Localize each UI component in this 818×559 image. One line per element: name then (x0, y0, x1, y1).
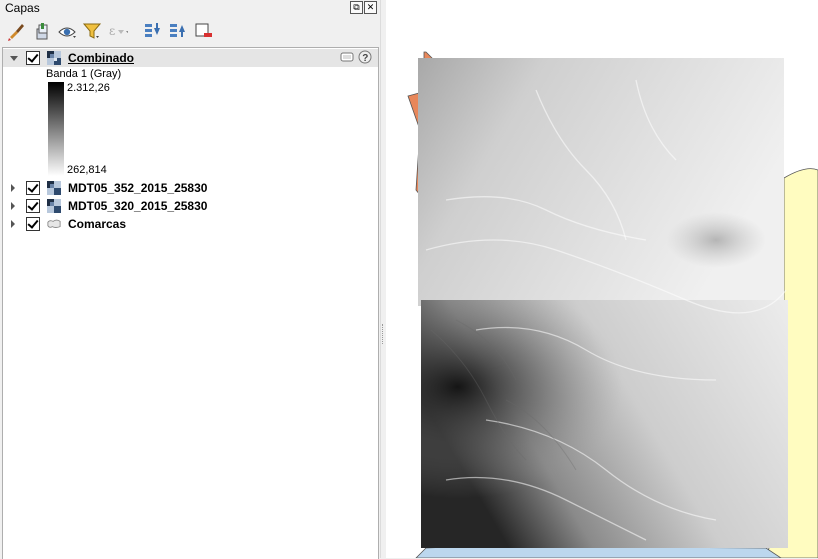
svg-text:ε: ε (109, 24, 115, 38)
expand-all-icon[interactable] (141, 20, 163, 42)
layers-panel: Capas ⧉ ✕ ε Combinado ? Banda 1 (Gray) 2… (0, 0, 380, 559)
expand-arrow-icon[interactable] (11, 202, 15, 210)
paint-brush-icon[interactable] (6, 20, 28, 42)
raster-layer-icon (47, 51, 61, 65)
layer-row-combinado[interactable]: Combinado ? (3, 49, 378, 67)
layer-visibility-checkbox[interactable] (26, 51, 40, 65)
legend-band-label: Banda 1 (Gray) (46, 68, 122, 80)
layer-visibility-checkbox[interactable] (26, 217, 40, 231)
raster-layer-icon (47, 181, 61, 195)
expand-arrow-icon[interactable] (11, 184, 15, 192)
panel-title-bar: Capas ⧉ ✕ (0, 0, 380, 16)
filter-expression-icon[interactable]: ε (106, 20, 128, 42)
float-panel-button[interactable]: ⧉ (350, 1, 363, 14)
legend-color-ramp (48, 82, 64, 176)
layer-name: Comarcas (68, 217, 127, 231)
layer-row-mdt05-352[interactable]: MDT05_352_2015_25830 (3, 179, 378, 197)
layers-toolbar: ε (0, 18, 380, 46)
filter-icon[interactable] (81, 20, 103, 42)
layer-visibility-checkbox[interactable] (26, 181, 40, 195)
polygon-layer-icon (47, 219, 61, 228)
collapse-arrow-icon[interactable] (10, 56, 18, 61)
panel-title: Capas (5, 1, 40, 15)
close-panel-button[interactable]: ✕ (364, 1, 377, 14)
layer-name: MDT05_352_2015_25830 (68, 181, 208, 195)
help-icon[interactable]: ? (358, 50, 372, 64)
collapse-all-icon[interactable] (166, 20, 188, 42)
add-group-icon[interactable] (31, 20, 53, 42)
dem-tile-north (418, 58, 784, 306)
layer-tree: Combinado ? Banda 1 (Gray) 2.312,26 262,… (2, 47, 379, 559)
expand-arrow-icon[interactable] (11, 220, 15, 228)
eye-icon[interactable] (56, 20, 78, 42)
layer-visibility-checkbox[interactable] (26, 199, 40, 213)
layer-name: Combinado (68, 51, 134, 65)
layer-row-comarcas[interactable]: Comarcas (3, 215, 378, 233)
legend-min-value: 262,814 (67, 164, 107, 176)
layer-name: MDT05_320_2015_25830 (68, 199, 208, 213)
remove-layer-icon[interactable] (192, 20, 214, 42)
svg-text:?: ? (362, 53, 368, 64)
legend-max-value: 2.312,26 (67, 82, 110, 94)
raster-layer-icon (47, 199, 61, 213)
map-canvas[interactable] (386, 0, 818, 558)
splitter-handle[interactable] (382, 324, 385, 344)
layer-row-mdt05-320[interactable]: MDT05_320_2015_25830 (3, 197, 378, 215)
layer-indicator-icon[interactable] (340, 50, 354, 64)
